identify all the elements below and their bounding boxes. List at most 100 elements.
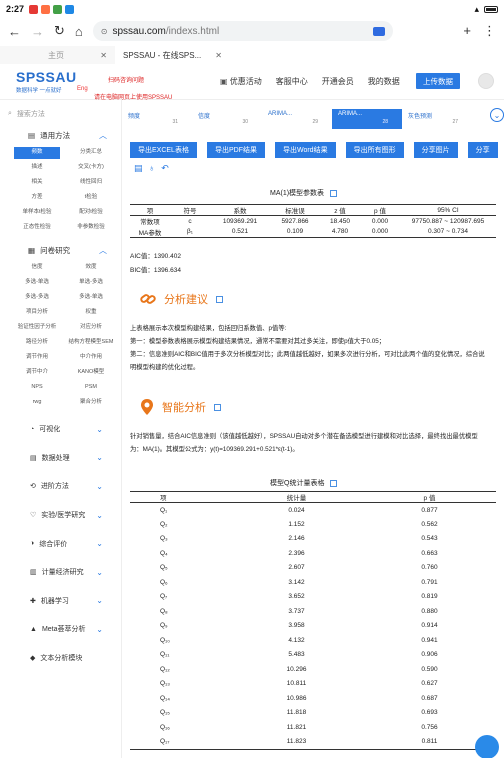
- method-item[interactable]: 相关: [14, 177, 60, 189]
- nav-my-data[interactable]: 我的数据: [368, 76, 400, 87]
- method-item[interactable]: 效度: [68, 262, 114, 274]
- chevron-down-icon[interactable]: ⌄: [490, 108, 504, 122]
- upload-data-button[interactable]: 上传数据: [416, 73, 460, 89]
- scroll-top-button[interactable]: [475, 735, 499, 758]
- close-icon[interactable]: ✕: [215, 51, 222, 60]
- new-tab-icon[interactable]: +: [463, 23, 471, 39]
- bulb-icon[interactable]: ♁: [149, 163, 156, 174]
- copy-icon[interactable]: [330, 479, 338, 487]
- method-item[interactable]: 单选-多选: [68, 277, 114, 289]
- sidebar-section[interactable]: ♡ 实验/医学研究 ⌄: [0, 501, 121, 530]
- back-icon[interactable]: ←: [8, 24, 21, 39]
- export-button[interactable]: 分享图片: [413, 142, 458, 158]
- method-item[interactable]: 中介作用: [68, 352, 114, 364]
- logo[interactable]: SPSSAU: [16, 69, 77, 85]
- section-general[interactable]: ▤ 通用方法 ︿: [0, 127, 121, 143]
- nav-promotions[interactable]: ▣ 优惠活动: [220, 76, 262, 87]
- method-item[interactable]: 多选-单选: [14, 277, 60, 289]
- method-item[interactable]: 频数: [14, 147, 60, 159]
- sidebar-section[interactable]: ✚ 机器学习 ⌄: [0, 587, 121, 616]
- export-button[interactable]: 导出所有图形: [345, 142, 404, 158]
- sidebar-section[interactable]: ⟲ 进阶方法 ⌄: [0, 472, 121, 501]
- method-item[interactable]: 非参数检验: [68, 222, 114, 234]
- chevron-down-icon[interactable]: ⌄: [96, 568, 103, 577]
- method-item[interactable]: 多选-单选: [68, 292, 114, 304]
- method-item[interactable]: 分类汇总: [68, 147, 114, 159]
- sidebar-section[interactable]: ▥ 计量经济研究 ⌄: [0, 558, 121, 587]
- method-item[interactable]: PSM: [68, 382, 114, 394]
- chevron-down-icon[interactable]: ⌄: [96, 511, 103, 520]
- chevron-down-icon[interactable]: ⌄: [96, 625, 103, 634]
- method-item[interactable]: 结构方程模型SEM: [68, 337, 114, 349]
- address-bar[interactable]: ⊙ spssau.com/indexs.html: [92, 21, 393, 41]
- forward-icon[interactable]: →: [31, 24, 44, 39]
- section-survey[interactable]: ▦ 问卷研究 ︿: [0, 242, 121, 258]
- method-item[interactable]: 正态性检验: [14, 222, 60, 234]
- sidebar-section[interactable]: ▲ Meta荟萃分析 ⌄: [0, 615, 121, 644]
- result-tab[interactable]: ARIMA... 28: [332, 109, 402, 129]
- close-icon[interactable]: ✕: [100, 51, 107, 60]
- chevron-up-icon[interactable]: ︿: [99, 245, 107, 256]
- method-item[interactable]: 描述: [14, 162, 60, 174]
- method-item[interactable]: 路径分析: [14, 337, 60, 349]
- sidebar-section[interactable]: ◑ 综合评价 ⌄: [0, 529, 121, 558]
- reload-icon[interactable]: ↻: [54, 23, 65, 39]
- export-button[interactable]: 分享: [467, 142, 498, 158]
- result-tab[interactable]: 频度 31: [122, 109, 192, 129]
- undo-icon[interactable]: ↶: [161, 163, 169, 174]
- method-item[interactable]: 调节作用: [14, 352, 60, 364]
- home-icon[interactable]: ⌂: [75, 24, 83, 39]
- tab-spssau[interactable]: SPSSAU - 在线SPS... ✕: [115, 46, 230, 64]
- sidebar-section[interactable]: ▤ 数据处理 ⌄: [0, 444, 121, 473]
- language-toggle[interactable]: Eng: [77, 86, 88, 92]
- copy-icon[interactable]: [214, 403, 221, 411]
- method-item[interactable]: 调节中介: [14, 367, 60, 379]
- chevron-down-icon[interactable]: ⌄: [96, 596, 103, 605]
- method-item[interactable]: 权重: [68, 307, 114, 319]
- method-item[interactable]: t检验: [68, 192, 114, 204]
- method-item[interactable]: 线性回归: [68, 177, 114, 189]
- method-item[interactable]: 对应分析: [68, 322, 114, 334]
- table-cell: 10.296: [286, 665, 307, 673]
- copy-icon[interactable]: [216, 295, 223, 303]
- export-button[interactable]: 导出PDF结果: [206, 142, 265, 158]
- method-item[interactable]: 多选-多选: [14, 292, 60, 304]
- search-box[interactable]: ⌕ 搜索方法: [8, 107, 113, 120]
- document-icon[interactable]: ▤: [134, 163, 143, 174]
- search-input[interactable]: 搜索方法: [17, 109, 45, 119]
- method-item[interactable]: 信度: [14, 262, 60, 274]
- method-item[interactable]: rwg: [14, 397, 60, 409]
- export-button[interactable]: 导出EXCEL表格: [130, 142, 197, 158]
- result-tab[interactable]: 灰色预测 27: [402, 109, 472, 129]
- copy-icon[interactable]: [330, 189, 338, 197]
- method-item[interactable]: 项目分析: [14, 307, 60, 319]
- export-button[interactable]: 导出Word结果: [274, 142, 336, 158]
- nav-membership[interactable]: 开通会员: [322, 76, 354, 87]
- result-tab[interactable]: 信度 30: [192, 109, 262, 129]
- chevron-down-icon[interactable]: ⌄: [96, 425, 103, 434]
- table-header-row: 项统计量 p 值: [130, 491, 496, 503]
- method-item[interactable]: 交叉(卡方): [68, 162, 114, 174]
- result-tab[interactable]: ARIMA... 29: [262, 109, 332, 129]
- result-tab-number: 31: [172, 119, 178, 125]
- tab-home[interactable]: 主页 ✕: [0, 46, 115, 64]
- tab-switcher-icon[interactable]: [372, 26, 385, 36]
- nav-service[interactable]: 客服中心: [276, 76, 308, 87]
- sidebar-section[interactable]: ◆ 文本分析模块: [0, 644, 121, 673]
- chevron-down-icon[interactable]: ⌄: [96, 539, 103, 548]
- chevron-down-icon[interactable]: ⌄: [96, 482, 103, 491]
- consult-link[interactable]: 扫码咨询问题: [108, 75, 144, 84]
- method-item[interactable]: 方差: [14, 192, 60, 204]
- method-item[interactable]: KANO模型: [68, 367, 114, 379]
- method-item[interactable]: NPS: [14, 382, 60, 394]
- location-pin-icon: [141, 399, 153, 415]
- sidebar-section[interactable]: ◔ 可视化 ⌄: [0, 415, 121, 444]
- chevron-down-icon[interactable]: ⌄: [96, 453, 103, 462]
- avatar[interactable]: [478, 73, 494, 89]
- method-item[interactable]: 配对t检验: [68, 207, 114, 219]
- method-item[interactable]: 单样本t检验: [14, 207, 60, 219]
- method-item[interactable]: 验证性因子分析: [14, 322, 60, 334]
- chevron-up-icon[interactable]: ︿: [99, 130, 107, 141]
- method-item[interactable]: 聚合分析: [68, 397, 114, 409]
- menu-icon[interactable]: ⋮: [483, 23, 496, 39]
